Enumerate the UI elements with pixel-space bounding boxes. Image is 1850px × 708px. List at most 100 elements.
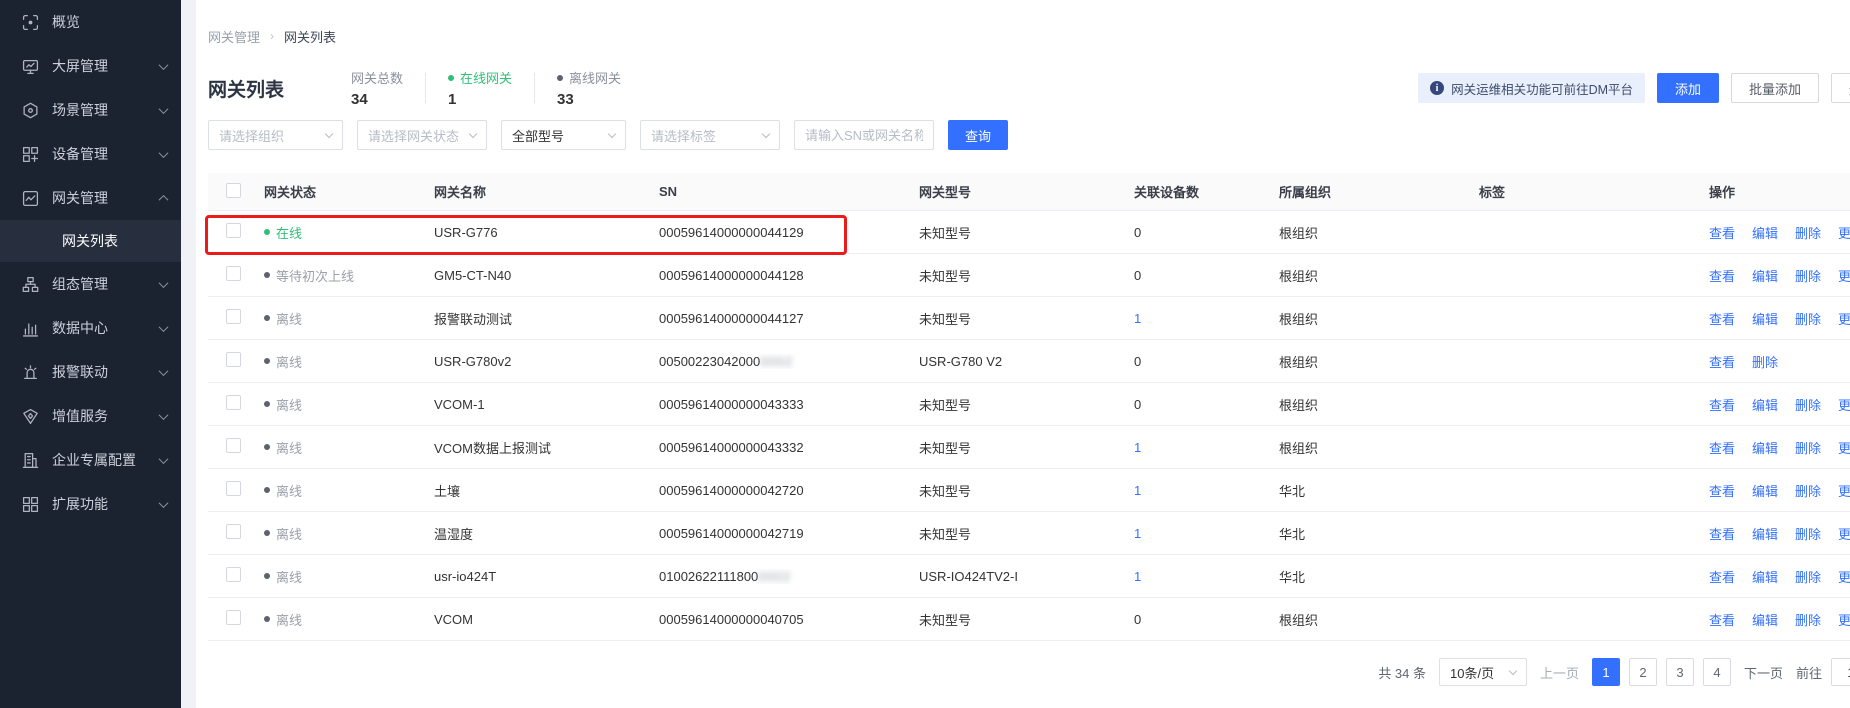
action-view[interactable]: 查看 [1709,312,1735,327]
action-delete[interactable]: 删除 [1752,355,1778,370]
action-more[interactable]: 更多 [1838,312,1850,327]
action-view[interactable]: 查看 [1709,441,1735,456]
action-view[interactable]: 查看 [1709,570,1735,585]
action-delete[interactable]: 删除 [1795,613,1821,628]
page-size-select[interactable]: 10条/页 [1439,658,1527,686]
action-more[interactable]: 更多 [1838,484,1850,499]
action-delete[interactable]: 删除 [1795,441,1821,456]
org-select[interactable]: 请选择组织 [208,120,343,150]
next-page-button[interactable]: 下一页 [1740,663,1787,682]
sidebar-item-config[interactable]: 组态管理 [0,262,181,306]
gateway-org: 根组织 [1267,610,1467,629]
row-checkbox[interactable] [226,266,241,281]
action-edit[interactable]: 编辑 [1752,226,1778,241]
row-actions: 查看 编辑 删除 更多 [1697,438,1850,457]
sidebar-item-gateway[interactable]: 网关管理 [0,176,181,220]
row-checkbox[interactable] [226,352,241,367]
action-view[interactable]: 查看 [1709,613,1735,628]
action-delete[interactable]: 删除 [1795,484,1821,499]
sidebar-item-extension[interactable]: 扩展功能 [0,482,181,526]
add-gateway-button[interactable]: 添加 [1657,73,1719,103]
breadcrumb-parent[interactable]: 网关管理 [208,27,260,46]
page-button-4[interactable]: 4 [1703,658,1731,686]
delete-button[interactable]: 删除 [1831,73,1850,103]
page-button-1[interactable]: 1 [1592,658,1620,686]
query-button[interactable]: 查询 [948,120,1008,150]
sidebar-item-label: 设备管理 [52,144,160,164]
action-delete[interactable]: 删除 [1795,398,1821,413]
action-more[interactable]: 更多 [1838,269,1850,284]
gateway-model: 未知型号 [907,610,1122,629]
action-more[interactable]: 更多 [1838,226,1850,241]
tag-select[interactable]: 请选择标签 [640,120,780,150]
action-delete[interactable]: 删除 [1795,312,1821,327]
linked-devices-count[interactable]: 1 [1134,526,1141,541]
row-checkbox[interactable] [226,481,241,496]
sidebar-item-enterprise[interactable]: 企业专属配置 [0,438,181,482]
action-view[interactable]: 查看 [1709,398,1735,413]
action-view[interactable]: 查看 [1709,484,1735,499]
model-select[interactable]: 全部型号 [501,120,626,150]
linked-devices-count[interactable]: 1 [1134,569,1141,584]
table-row: 离线VCOM数据上报测试00059614000000043332未知型号1根组织… [208,426,1850,469]
action-more[interactable]: 更多 [1838,570,1850,585]
chevron-down-icon [1509,666,1517,674]
status-dot-icon [264,573,270,579]
gateway-status-select[interactable]: 请选择网关状态 [357,120,487,150]
action-delete[interactable]: 删除 [1795,269,1821,284]
page-button-2[interactable]: 2 [1629,658,1657,686]
batch-add-button[interactable]: 批量添加 [1731,73,1819,103]
status-badge: 等待初次上线 [264,266,410,285]
row-checkbox[interactable] [226,438,241,453]
linked-devices-count[interactable]: 1 [1134,483,1141,498]
action-more[interactable]: 更多 [1838,398,1850,413]
sidebar-item-alarm[interactable]: 报警联动 [0,350,181,394]
action-more[interactable]: 更多 [1838,613,1850,628]
page-button-3[interactable]: 3 [1666,658,1694,686]
row-checkbox[interactable] [226,309,241,324]
action-edit[interactable]: 编辑 [1752,269,1778,284]
action-view[interactable]: 查看 [1709,355,1735,370]
action-view[interactable]: 查看 [1709,269,1735,284]
action-delete[interactable]: 删除 [1795,226,1821,241]
sidebar-item-vas[interactable]: 增值服务 [0,394,181,438]
linked-devices-count[interactable]: 1 [1134,440,1141,455]
goto-page-input[interactable] [1831,658,1850,686]
action-edit[interactable]: 编辑 [1752,312,1778,327]
action-edit[interactable]: 编辑 [1752,527,1778,542]
sidebar-item-device[interactable]: 设备管理 [0,132,181,176]
action-delete[interactable]: 删除 [1795,570,1821,585]
action-edit[interactable]: 编辑 [1752,398,1778,413]
linked-devices-count[interactable]: 1 [1134,311,1141,326]
select-all-checkbox[interactable] [226,183,241,198]
row-checkbox[interactable] [226,395,241,410]
action-edit[interactable]: 编辑 [1752,484,1778,499]
action-edit[interactable]: 编辑 [1752,441,1778,456]
sidebar-item-label: 场景管理 [52,100,160,120]
sidebar-item-overview[interactable]: 概览 [0,0,181,44]
row-checkbox[interactable] [226,610,241,625]
action-view[interactable]: 查看 [1709,226,1735,241]
row-checkbox[interactable] [226,524,241,539]
status-badge: 离线 [264,352,410,371]
row-checkbox[interactable] [226,567,241,582]
sidebar-item-label: 大屏管理 [52,56,160,76]
action-more[interactable]: 更多 [1838,527,1850,542]
prev-page-button[interactable]: 上一页 [1536,663,1583,682]
gateway-model: USR-G780 V2 [907,354,1122,369]
action-view[interactable]: 查看 [1709,527,1735,542]
action-edit[interactable]: 编辑 [1752,570,1778,585]
sidebar-subitem-gateway-list[interactable]: 网关列表 [0,220,181,262]
action-edit[interactable]: 编辑 [1752,613,1778,628]
row-checkbox[interactable] [226,223,241,238]
chevron-down-icon [159,454,169,464]
action-more[interactable]: 更多 [1838,441,1850,456]
sidebar-item-scene[interactable]: 场景管理 [0,88,181,132]
action-delete[interactable]: 删除 [1795,527,1821,542]
sn-search-input[interactable] [805,128,923,143]
sidebar-item-screen[interactable]: 大屏管理 [0,44,181,88]
page-number-list: 1234 [1592,658,1731,686]
sidebar-item-data[interactable]: 数据中心 [0,306,181,350]
filter-bar: 请选择组织 请选择网关状态 全部型号 请选择标签 查询 [208,120,1850,150]
linked-devices-count: 0 [1134,268,1141,283]
